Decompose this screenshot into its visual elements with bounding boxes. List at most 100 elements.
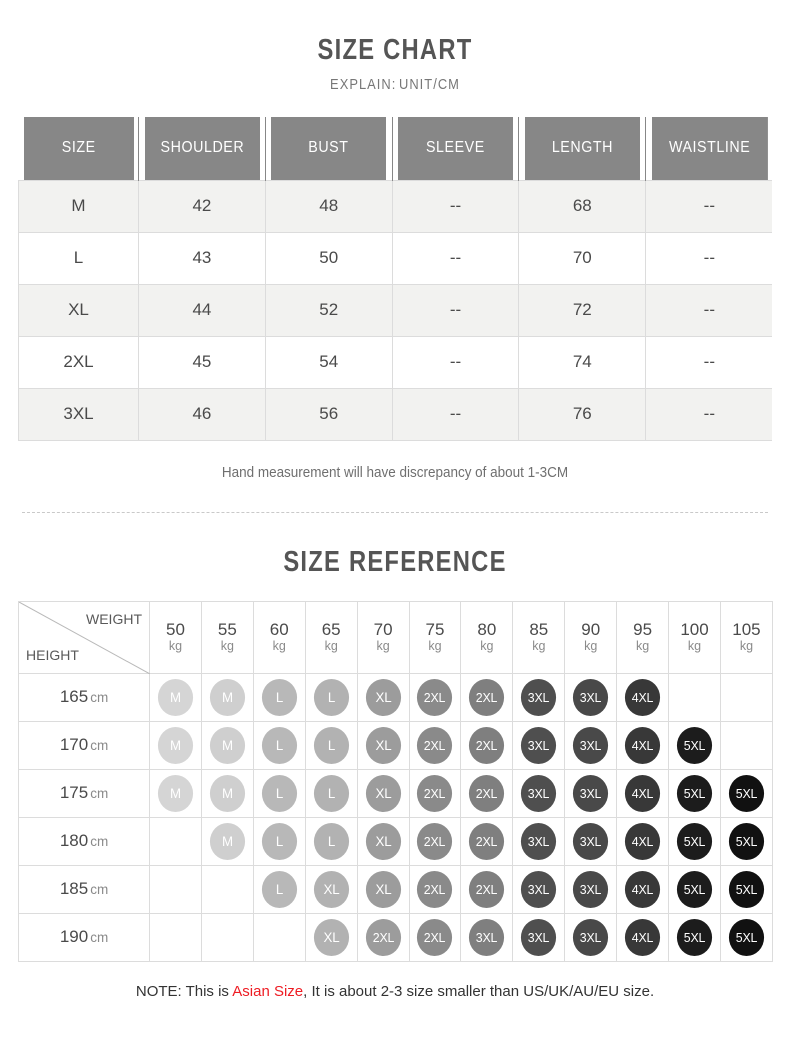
size-label-cell: L	[18, 232, 139, 285]
size-bubble: 3XL	[521, 918, 557, 956]
reference-row: 170 cm M M L L XL 2XL 2XL 3XL 3XL 4XL 5XL	[18, 720, 773, 770]
size-bubble: M	[157, 726, 194, 764]
size-bubble: XL	[365, 870, 401, 908]
size-bubble-cell: 5XL	[719, 864, 773, 914]
size-bubble: 2XL	[417, 918, 453, 956]
size-bubble: L	[261, 726, 297, 764]
size-bubble: L	[313, 774, 349, 812]
size-bubble: 5XL	[728, 918, 764, 956]
size-bubble: 5XL	[728, 822, 764, 860]
weight-value: 95	[633, 620, 653, 640]
size-bubble: 4XL	[625, 870, 661, 908]
measure-cell: 68	[518, 179, 647, 233]
empty-cell	[149, 912, 202, 962]
explain-label: EXPLAIN:	[330, 76, 397, 93]
weight-header-65: 65 kg	[304, 600, 358, 674]
weight-header-50: 50 kg	[149, 600, 202, 674]
measure-cell: --	[392, 336, 520, 389]
size-chart-body: M 42 48 -- 68 -- L 43 50 -- 70 -- XL 44 52 -- 72 -- 2XL 45 5…	[18, 179, 773, 441]
empty-cell	[149, 816, 202, 866]
size-bubble-cell: 4XL	[616, 672, 670, 722]
size-bubble-cell: L	[304, 720, 358, 770]
asian-size-note: NOTE: This is Asian Size, It is about 2-…	[0, 983, 790, 1000]
size-bubble: XL	[365, 774, 401, 812]
measure-cell: --	[645, 336, 773, 389]
size-bubble-cell: M	[200, 816, 254, 866]
size-bubble-cell: XL	[356, 768, 410, 818]
empty-cell	[200, 912, 254, 962]
size-bubble-cell: M	[149, 720, 202, 770]
size-bubble-cell: 4XL	[616, 864, 670, 914]
empty-cell	[719, 672, 773, 722]
measure-cell: --	[645, 232, 773, 285]
measure-cell: --	[392, 179, 520, 233]
measure-cell: 52	[265, 284, 393, 337]
measure-cell: 44	[138, 284, 266, 337]
weight-value: 60	[269, 620, 289, 640]
size-bubble: 4XL	[625, 678, 661, 716]
weight-value: 85	[529, 620, 549, 640]
size-bubble-cell: XL	[304, 912, 358, 962]
empty-cell	[149, 864, 202, 914]
weight-header-75: 75 kg	[408, 600, 462, 674]
size-bubble-cell: 3XL	[564, 912, 618, 962]
weight-unit: kg	[376, 638, 390, 653]
size-bubble-cell: 2XL	[408, 912, 462, 962]
table-row: XL 44 52 -- 72 --	[18, 284, 773, 337]
height-label-175: 175 cm	[18, 768, 150, 818]
size-bubble-cell: L	[304, 816, 358, 866]
measure-cell: --	[392, 284, 520, 337]
size-chart-header-row: SIZE SHOULDER BUST SLEEVE LENGTH WAISTLINE	[19, 117, 773, 180]
size-bubble: 2XL	[469, 822, 505, 860]
size-bubble-cell: 5XL	[719, 816, 773, 866]
size-bubble: 3XL	[469, 918, 505, 956]
size-bubble: 3XL	[521, 774, 557, 812]
unit-subtitle: EXPLAIN: UNIT/CM	[55, 76, 734, 93]
size-bubble-cell: 4XL	[616, 816, 670, 866]
size-bubble-cell: XL	[356, 720, 410, 770]
size-reference-table-wrapper: WEIGHT HEIGHT 50 kg 55 kg 60 kg 65 kg 70 kg 75 kg 80 kg…	[18, 600, 773, 962]
weight-header-55: 55 kg	[200, 600, 254, 674]
size-bubble-cell: 3XL	[512, 672, 566, 722]
size-bubble: 5XL	[676, 870, 713, 908]
size-bubble: XL	[365, 678, 401, 716]
size-bubble: 5XL	[676, 726, 713, 764]
empty-cell	[252, 912, 306, 962]
size-bubble-cell: 3XL	[564, 768, 618, 818]
column-header-sleeve: SLEEVE	[397, 117, 515, 180]
size-bubble: 2XL	[469, 678, 505, 716]
size-bubble: 3XL	[521, 870, 557, 908]
measure-cell: 46	[138, 388, 266, 441]
size-reference-body: 165 cm M M L L XL 2XL 2XL 3XL 3XL 4XL 170 cm M M L L XL 2XL…	[18, 672, 773, 962]
height-unit: cm	[90, 930, 109, 945]
size-bubble-cell: L	[304, 672, 358, 722]
height-value: 175	[59, 783, 89, 802]
size-bubble-cell: 3XL	[564, 864, 618, 914]
weight-unit: kg	[636, 638, 650, 653]
size-label-cell: 3XL	[18, 388, 139, 441]
size-label-cell: M	[18, 179, 139, 233]
reference-row: 190 cm XL 2XL 2XL 3XL 3XL 3XL 4XL 5XL 5XL	[18, 912, 773, 962]
measure-cell: 50	[265, 232, 393, 285]
weight-value: 100	[680, 620, 709, 640]
size-reference-title: SIZE REFERENCE	[283, 545, 507, 578]
reference-row: 165 cm M M L L XL 2XL 2XL 3XL 3XL 4XL	[18, 672, 773, 722]
size-bubble: 5XL	[728, 870, 764, 908]
size-bubble-cell: L	[304, 768, 358, 818]
height-label-165: 165 cm	[18, 672, 150, 722]
size-bubble-cell: 5XL	[668, 720, 721, 770]
weight-unit: kg	[272, 638, 286, 653]
weight-header-105: 105 kg	[719, 600, 773, 674]
empty-cell	[668, 672, 721, 722]
table-row: L 43 50 -- 70 --	[18, 232, 773, 285]
size-bubble-cell: M	[200, 672, 254, 722]
size-bubble-cell: 2XL	[408, 672, 462, 722]
weight-header-60: 60 kg	[252, 600, 306, 674]
height-unit: cm	[90, 834, 109, 849]
size-bubble: M	[157, 774, 194, 812]
page-title: SIZE CHART	[317, 34, 473, 66]
weight-value: 75	[425, 620, 445, 640]
size-bubble-cell: 3XL	[512, 768, 566, 818]
weight-axis-label: WEIGHT	[86, 610, 142, 627]
size-bubble: 3XL	[573, 678, 609, 716]
